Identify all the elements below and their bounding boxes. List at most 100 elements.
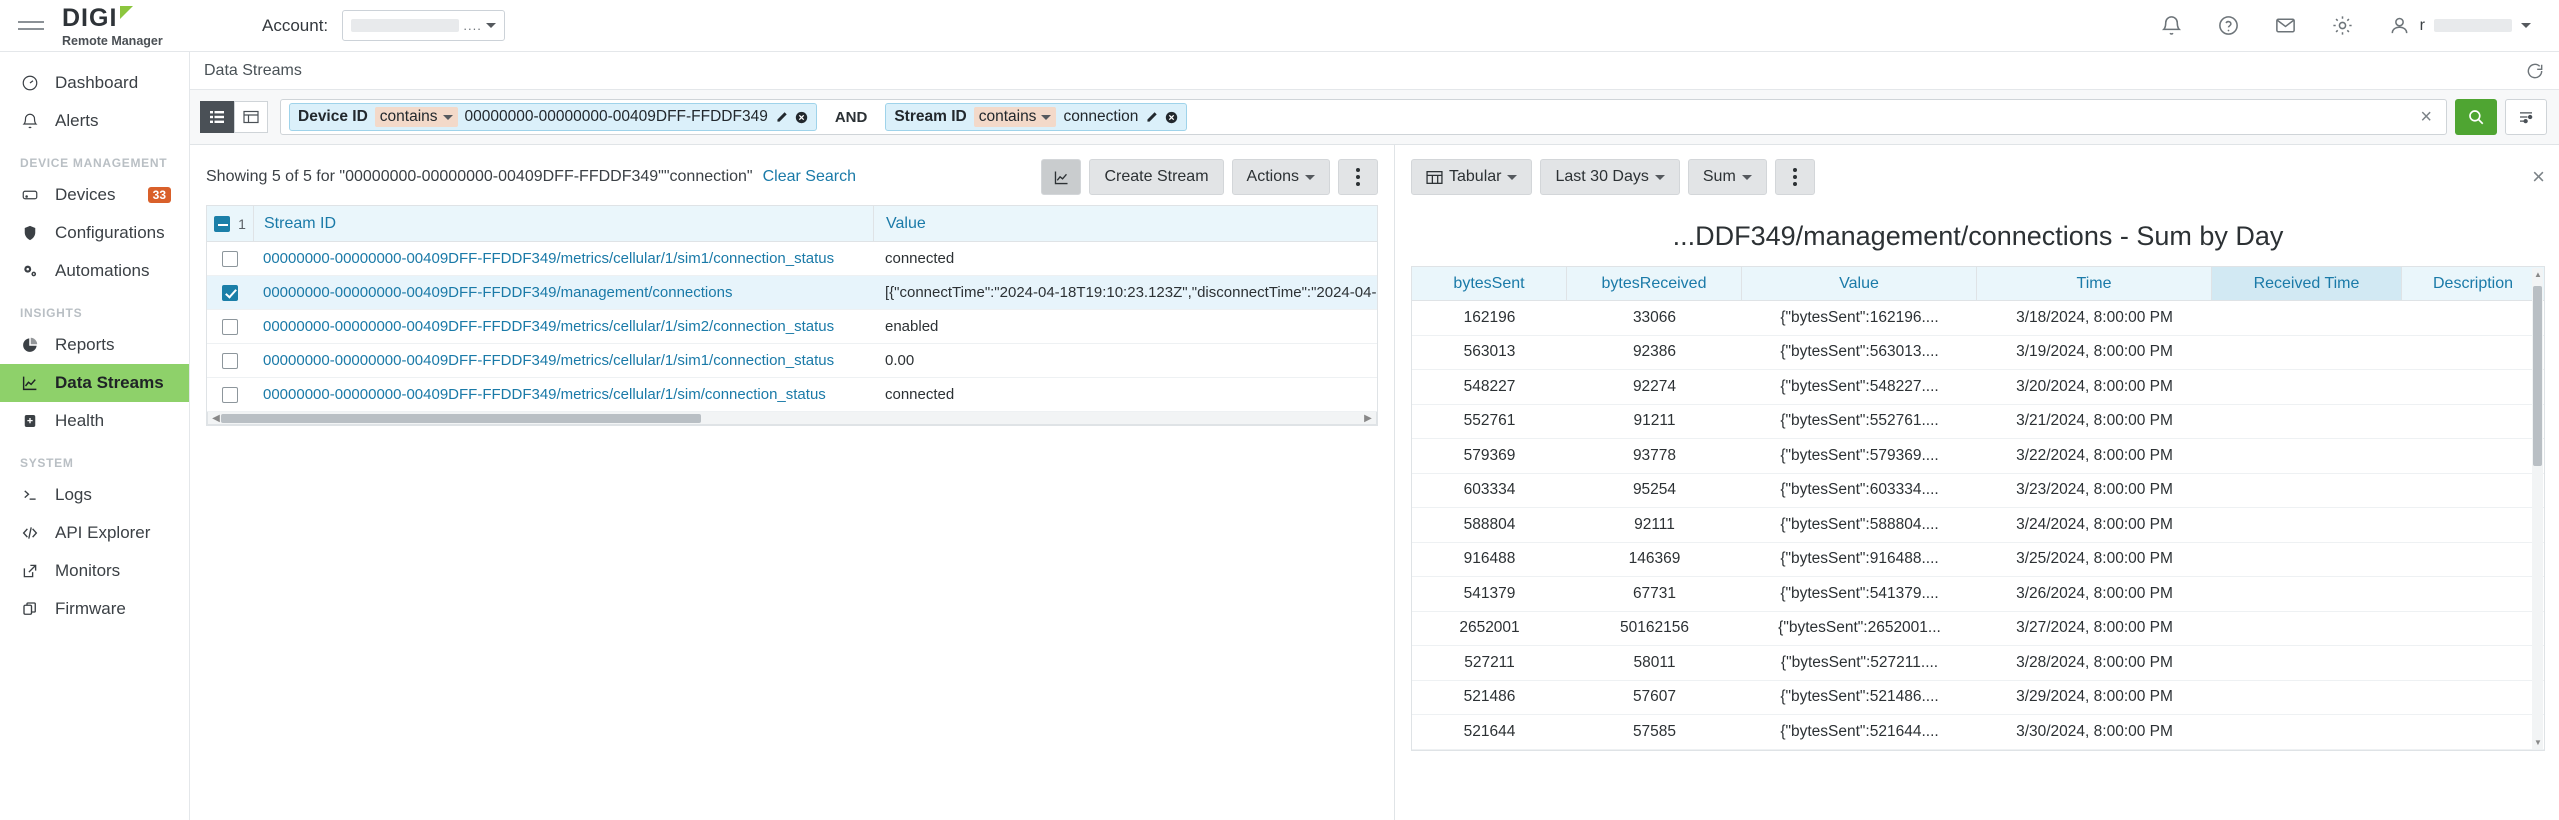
actions-dropdown-button[interactable]: Actions (1231, 159, 1330, 195)
sidebar-item-alerts[interactable]: Alerts (0, 102, 189, 140)
row-checkbox[interactable] (222, 352, 238, 369)
scroll-thumb[interactable] (221, 413, 701, 423)
scroll-track[interactable] (221, 413, 1363, 423)
more-options-button[interactable] (1338, 159, 1378, 195)
cell-stream-id[interactable]: 00000000-00000000-00409DFF-FFDDF349/metr… (253, 318, 873, 335)
search-filter-input[interactable]: Device ID contains 00000000-00000000-004… (280, 99, 2447, 135)
sidebar-item-reports[interactable]: Reports (0, 326, 189, 364)
sidebar-item-monitors[interactable]: Monitors (0, 552, 189, 590)
row-checkbox[interactable] (222, 284, 238, 301)
sidebar-item-automations[interactable]: Automations (0, 252, 189, 290)
table-row[interactable]: 603334 95254 {"bytesSent":603334.... 3/23/2… (1412, 474, 2544, 508)
table-row[interactable]: 548227 92274 {"bytesSent":548227.... 3/20/2… (1412, 370, 2544, 405)
cell-stream-id[interactable]: 00000000-00000000-00409DFF-FFDDF349/metr… (253, 386, 873, 403)
chart-view-button[interactable] (1041, 159, 1082, 195)
account-selector[interactable]: Account: .... (262, 10, 506, 41)
remove-chip-icon[interactable] (795, 111, 808, 124)
table-row[interactable]: 527211 58011 {"bytesSent":527211.... 3/28/2… (1412, 646, 2544, 681)
clear-search-link[interactable]: Clear Search (763, 168, 856, 186)
table-row[interactable]: 563013 92386 {"bytesSent":563013.... 3/19/2… (1412, 336, 2544, 370)
account-dropdown[interactable]: .... (342, 10, 506, 41)
sidebar-label: API Explorer (55, 523, 151, 542)
row-checkbox[interactable] (222, 386, 238, 403)
close-panel-icon[interactable]: × (2532, 166, 2545, 188)
table-row[interactable]: 521644 57585 {"bytesSent":521644.... 3/30/2… (1412, 715, 2544, 750)
table-row[interactable]: 2652001 50162156 {"bytesSent":2652001... 3/… (1412, 612, 2544, 646)
table-row[interactable]: 00000000-00000000-00409DFF-FFDDF349/metr… (207, 378, 1377, 412)
sidebar-item-dashboard[interactable]: Dashboard (0, 64, 189, 102)
advanced-filter-button[interactable] (2505, 99, 2547, 135)
filter-chip-device-id[interactable]: Device ID contains 00000000-00000000-004… (289, 103, 817, 131)
sidebar-item-data-streams[interactable]: Data Streams (0, 364, 189, 402)
column-header-received-time[interactable]: Received Time (2212, 267, 2402, 300)
column-header-value[interactable]: Value (1742, 267, 1977, 300)
scroll-up-icon[interactable]: ▲ (2534, 270, 2542, 279)
cell-bytes-sent: 603334 (1463, 481, 1516, 499)
scroll-thumb[interactable] (2533, 286, 2542, 466)
chart-more-options-button[interactable] (1774, 159, 1815, 195)
edit-pencil-icon[interactable] (1145, 111, 1158, 124)
table-row[interactable]: 00000000-00000000-00409DFF-FFDDF349/metr… (207, 242, 1377, 276)
chip-operator-dropdown[interactable]: contains (374, 107, 458, 127)
column-header-bytes-sent[interactable]: bytesSent (1412, 267, 1567, 300)
sidebar-item-api-explorer[interactable]: API Explorer (0, 514, 189, 552)
bell-icon[interactable] (2160, 14, 2183, 37)
view-mode-dropdown[interactable]: Tabular (1411, 159, 1533, 195)
column-header-value[interactable]: Value (873, 206, 1377, 241)
column-header-description[interactable]: Description (2402, 267, 2544, 300)
column-header-time[interactable]: Time (1977, 267, 2212, 300)
menu-toggle-icon[interactable] (0, 21, 62, 30)
chip-operator-dropdown[interactable]: contains (973, 107, 1057, 127)
table-row[interactable]: 916488 146369 {"bytesSent":916488.... 3/25/… (1412, 543, 2544, 577)
cell-stream-id[interactable]: 00000000-00000000-00409DFF-FFDDF349/metr… (253, 352, 873, 369)
data-table-scrollbar[interactable]: ▲ ▼ (2532, 268, 2543, 749)
filter-chip-stream-id[interactable]: Stream ID contains connection (885, 103, 1188, 131)
create-stream-button[interactable]: Create Stream (1089, 159, 1224, 195)
table-row[interactable]: 00000000-00000000-00409DFF-FFDDF349/metr… (207, 344, 1377, 378)
column-header-bytes-received[interactable]: bytesReceived (1567, 267, 1742, 300)
table-row[interactable]: 579369 93778 {"bytesSent":579369.... 3/22/2… (1412, 439, 2544, 474)
aggregate-dropdown[interactable]: Sum (1687, 159, 1767, 195)
row-checkbox[interactable] (222, 318, 238, 335)
sidebar-item-configurations[interactable]: Configurations (0, 214, 189, 252)
help-icon[interactable] (2217, 14, 2240, 37)
table-row[interactable]: 521486 57607 {"bytesSent":521486.... 3/29/2… (1412, 681, 2544, 715)
breadcrumb: Data Streams (204, 61, 302, 79)
scroll-right-icon[interactable]: ▶ (1363, 413, 1373, 424)
sidebar-label: Reports (55, 335, 115, 354)
edit-pencil-icon[interactable] (775, 111, 788, 124)
scroll-left-icon[interactable]: ◀ (211, 413, 221, 424)
column-header-stream-id[interactable]: Stream ID (253, 206, 873, 241)
table-row[interactable]: 00000000-00000000-00409DFF-FFDDF349/mana… (207, 276, 1377, 310)
scroll-down-icon[interactable]: ▼ (2534, 738, 2542, 747)
sidebar-item-health[interactable]: Health (0, 402, 189, 440)
cell-description (2402, 336, 2544, 370)
table-row[interactable]: 552761 91211 {"bytesSent":552761.... 3/21/2… (1412, 405, 2544, 439)
clear-all-filters-icon[interactable]: × (2414, 106, 2438, 129)
user-menu[interactable]: r (2388, 14, 2531, 37)
remove-chip-icon[interactable] (1165, 111, 1178, 124)
select-all-checkbox[interactable] (214, 215, 231, 232)
table-row[interactable]: 162196 33066 {"bytesSent":162196.... 3/18/2… (1412, 301, 2544, 336)
sidebar-item-firmware[interactable]: Firmware (0, 590, 189, 628)
sidebar-item-devices[interactable]: Devices 33 (0, 176, 189, 214)
horizontal-scrollbar[interactable]: ◀ ▶ (207, 412, 1377, 425)
mail-icon[interactable] (2274, 14, 2297, 37)
list-view-button[interactable] (200, 101, 234, 133)
cell-stream-id[interactable]: 00000000-00000000-00409DFF-FFDDF349/metr… (253, 250, 873, 267)
cell-stream-id[interactable]: 00000000-00000000-00409DFF-FFDDF349/mana… (253, 284, 873, 301)
detail-view-button[interactable] (234, 101, 268, 133)
cell-bytes-sent: 548227 (1463, 377, 1516, 395)
row-checkbox[interactable] (222, 250, 238, 267)
sidebar-item-logs[interactable]: Logs (0, 476, 189, 514)
table-row[interactable]: 588804 92111 {"bytesSent":588804.... 3/24/2… (1412, 508, 2544, 543)
cell-description (2402, 577, 2544, 611)
cell-value: {"bytesSent":588804.... (1780, 515, 1939, 533)
top-bar-actions: r (2160, 14, 2559, 37)
search-button[interactable] (2455, 99, 2497, 135)
gear-icon[interactable] (2331, 14, 2354, 37)
time-range-dropdown[interactable]: Last 30 Days (1540, 159, 1680, 195)
refresh-icon[interactable] (2525, 61, 2545, 81)
table-row[interactable]: 00000000-00000000-00409DFF-FFDDF349/metr… (207, 310, 1377, 344)
table-row[interactable]: 541379 67731 {"bytesSent":541379.... 3/26/2… (1412, 577, 2544, 612)
